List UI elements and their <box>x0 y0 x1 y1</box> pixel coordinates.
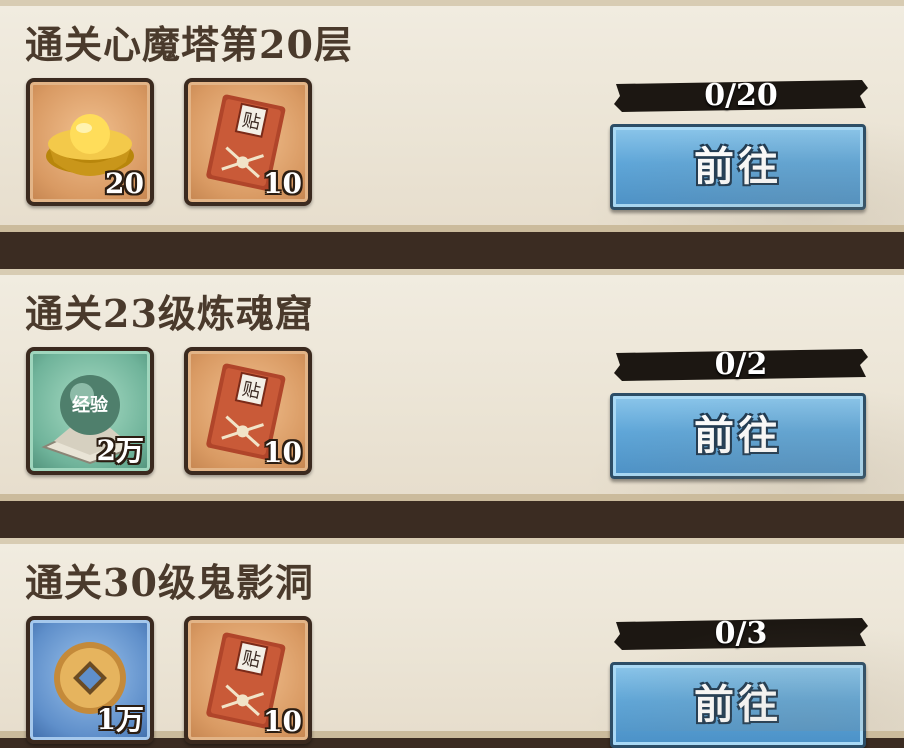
reward-count: 10 <box>263 436 302 469</box>
reward-slot-experience[interactable]: 经验 2万 <box>26 347 154 475</box>
task-title: 通关心魔塔第20层 <box>25 22 353 67</box>
progress-text: 0/20 <box>704 78 778 113</box>
reward-count: 10 <box>263 705 302 738</box>
task-title: 通关30级鬼影洞 <box>25 560 314 605</box>
go-button[interactable]: 前往 <box>610 124 866 210</box>
reward-slot-copper-coin[interactable]: 1万 <box>26 616 154 744</box>
task-card: 通关心魔塔第20层 20 贴 10 0/20 前往 <box>0 0 904 232</box>
go-button[interactable]: 前往 <box>610 393 866 479</box>
reward-count: 20 <box>105 167 144 200</box>
task-card: 通关30级鬼影洞 1万 贴 10 0/3 前往 <box>0 538 904 748</box>
progress-text: 0/3 <box>714 616 768 651</box>
progress-bar: 0/3 <box>612 616 870 652</box>
task-title: 通关23级炼魂窟 <box>25 291 314 336</box>
reward-count: 1万 <box>96 703 144 736</box>
reward-slot-red-book[interactable]: 贴 10 <box>184 616 312 744</box>
reward-slot-red-book[interactable]: 贴 10 <box>184 78 312 206</box>
progress-text: 0/2 <box>714 347 768 382</box>
reward-slot-gold-ingot[interactable]: 20 <box>26 78 154 206</box>
task-card: 通关23级炼魂窟 经验 2万 贴 10 0/2 前往 <box>0 269 904 501</box>
reward-slot-red-book[interactable]: 贴 10 <box>184 347 312 475</box>
reward-count: 10 <box>263 167 302 200</box>
reward-count: 2万 <box>96 434 144 467</box>
experience-label: 经验 <box>72 394 109 416</box>
progress-bar: 0/20 <box>612 78 870 114</box>
progress-bar: 0/2 <box>612 347 870 383</box>
go-button[interactable]: 前往 <box>610 662 866 748</box>
